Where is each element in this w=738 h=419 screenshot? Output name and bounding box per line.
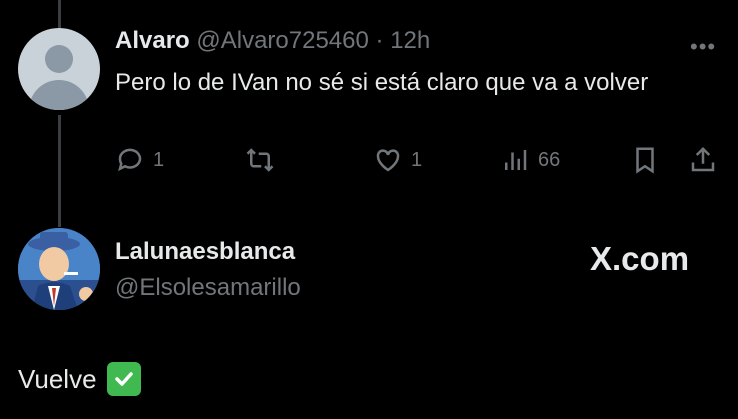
reply-display-name[interactable]: Alvaro — [115, 27, 190, 54]
reply-count: 1 — [153, 148, 165, 171]
default-avatar-head — [45, 45, 73, 73]
share-action[interactable] — [688, 145, 718, 175]
comment-icon — [118, 148, 142, 172]
check-mark-button-icon — [106, 362, 141, 396]
reply-timestamp[interactable]: 12h — [390, 27, 430, 54]
reply-avatar[interactable] — [18, 28, 100, 110]
quote-avatar[interactable] — [18, 228, 100, 310]
views-action[interactable]: 66 — [500, 145, 560, 175]
default-avatar-body — [29, 80, 89, 110]
quote-handle[interactable]: @Elsolesamarillo — [115, 274, 301, 302]
retweet-action[interactable] — [245, 145, 283, 175]
reply-handle[interactable]: @Alvaro725460 — [196, 27, 368, 54]
reply-text: Pero lo de IVan no sé si está claro que … — [115, 69, 649, 96]
heart-icon — [376, 149, 400, 172]
views-count: 66 — [538, 148, 561, 171]
bookmark-icon — [636, 147, 654, 174]
bookmark-action[interactable] — [630, 145, 660, 175]
reply-header: Alvaro @Alvaro725460 · 12h — [115, 27, 430, 55]
header-separator: · — [375, 27, 384, 54]
quote-display-name[interactable]: Lalunaesblanca — [115, 238, 295, 266]
cartoon-man-avatar-icon — [18, 228, 100, 310]
reply-action[interactable]: 1 — [115, 145, 164, 175]
share-icon — [691, 146, 715, 172]
more-dots-icon[interactable]: ••• — [690, 34, 716, 60]
x-com-watermark: X.com — [590, 240, 690, 277]
thread-line-top — [58, 0, 61, 28]
quote-body-text: Vuelve — [18, 363, 97, 394]
reply-action-bar: 1 1 66 — [0, 145, 738, 185]
like-count: 1 — [411, 148, 423, 171]
retweet-icon — [246, 148, 274, 172]
views-icon — [505, 150, 527, 170]
quote-body: Vuelve — [18, 362, 141, 396]
like-action[interactable]: 1 — [373, 145, 422, 175]
